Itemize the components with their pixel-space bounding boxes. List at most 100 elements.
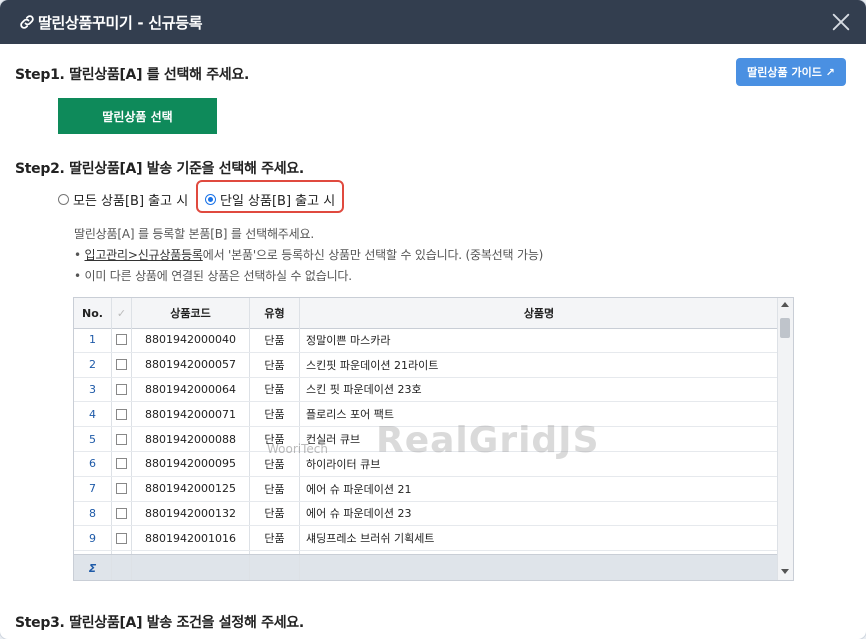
footer-cell [300, 555, 779, 580]
row-no: 6 [74, 451, 112, 476]
row-code: 8801942000071 [132, 402, 250, 427]
row-checkbox[interactable] [112, 328, 132, 352]
row-no: 9 [74, 526, 112, 551]
table-row[interactable]: 2 8801942000057 단품 스킨핏 파운데이션 21라이트 [74, 352, 779, 378]
grid-scrollbar[interactable] [777, 298, 793, 580]
checkbox[interactable] [116, 532, 127, 544]
instructions: 딸린상품[A] 를 등록할 본품[B] 를 선택해주세요. • 입고관리>신규상… [74, 224, 543, 287]
grid-header: No. ✓ 상품코드 유형 상품명 [74, 298, 779, 329]
row-checkbox[interactable] [112, 476, 132, 501]
product-grid: No. ✓ 상품코드 유형 상품명 1 8801942000040 단품 정말이쁜 마… [73, 297, 794, 581]
checkbox[interactable] [116, 334, 127, 346]
checkbox[interactable] [116, 383, 127, 395]
row-checkbox[interactable] [112, 377, 132, 402]
row-name: 스킨핏 파운데이션 21라이트 [300, 352, 779, 377]
row-type: 단품 [250, 328, 300, 352]
row-no: 1 [74, 328, 112, 352]
radio-single-label: 단일 상품[B] 출고 시 [220, 194, 336, 209]
grid-footer: Σ [74, 554, 779, 580]
row-code: 8801942000095 [132, 451, 250, 476]
row-code: 8801942000088 [132, 427, 250, 451]
footer-cell [250, 555, 300, 580]
scroll-up-icon[interactable] [781, 302, 789, 307]
scroll-down-icon[interactable] [781, 569, 789, 574]
dialog-window: 딸린상품꾸미기 - 신규등록 Step1. 딸린상품[A] 를 선택해 주세요.… [0, 0, 866, 639]
footer-sum-symbol: Σ [74, 555, 112, 580]
row-type: 단품 [250, 526, 300, 551]
row-code: 8801942000125 [132, 476, 250, 501]
header-check[interactable]: ✓ [112, 298, 132, 328]
header-code[interactable]: 상품코드 [132, 298, 250, 328]
table-row[interactable]: 1 8801942000040 단품 정말이쁜 마스카라 [74, 328, 779, 353]
radio-all-products[interactable]: 모든 상품[B] 출고 시 [58, 190, 188, 209]
table-row[interactable]: 7 8801942000125 단품 에어 슈 파운데이션 21 [74, 476, 779, 502]
title-bar: 딸린상품꾸미기 - 신규등록 [0, 0, 866, 44]
step1-label: Step1. 딸린상품[A] 를 선택해 주세요. [15, 67, 249, 83]
row-type: 단품 [250, 451, 300, 476]
row-no: 8 [74, 501, 112, 526]
row-no: 7 [74, 476, 112, 501]
window-title: 딸린상품꾸미기 - 신규등록 [38, 14, 203, 32]
row-code: 8801942000132 [132, 501, 250, 526]
row-code: 8801942000064 [132, 377, 250, 402]
row-name: 섀딩프레소 브러쉬 기획세트 [300, 526, 779, 551]
guide-button[interactable]: 딸린상품 가이드 ↗ [736, 58, 846, 86]
row-type: 단품 [250, 476, 300, 501]
row-type: 단품 [250, 501, 300, 526]
header-no[interactable]: No. [74, 298, 112, 328]
row-code: 8801942000057 [132, 352, 250, 377]
row-no: 2 [74, 352, 112, 377]
step3-label: Step3. 딸린상품[A] 발송 조건을 설정해 주세요. [15, 615, 304, 631]
table-row[interactable]: 6 8801942000095 단품 하이라이터 큐브 [74, 451, 779, 477]
row-name: 스킨 핏 파운데이션 23호 [300, 377, 779, 402]
header-name[interactable]: 상품명 [300, 298, 779, 328]
radio-all-circle[interactable] [58, 194, 69, 205]
row-code: 8801942001016 [132, 526, 250, 551]
table-row[interactable]: 9 8801942001016 단품 섀딩프레소 브러쉬 기획세트 [74, 526, 779, 552]
checkbox[interactable] [116, 408, 127, 420]
row-code: 8801942000040 [132, 328, 250, 352]
row-name: 하이라이터 큐브 [300, 451, 779, 476]
note-3: • 이미 다른 상품에 연결된 상품은 선택하실 수 없습니다. [74, 269, 352, 283]
link-icon [20, 15, 34, 29]
checkbox[interactable] [116, 359, 127, 371]
note-1: 딸린상품[A] 를 등록할 본품[B] 를 선택해주세요. [74, 227, 314, 241]
radio-all-label: 모든 상품[B] 출고 시 [73, 194, 189, 209]
checkbox[interactable] [116, 458, 127, 470]
step2-label: Step2. 딸린상품[A] 발송 기준을 선택해 주세요. [15, 161, 304, 177]
row-checkbox[interactable] [112, 451, 132, 476]
checkbox[interactable] [116, 433, 127, 445]
row-type: 단품 [250, 377, 300, 402]
row-no: 4 [74, 402, 112, 427]
radio-single-product[interactable]: 단일 상품[B] 출고 시 [205, 190, 335, 209]
checkbox[interactable] [116, 507, 127, 519]
row-name: 플로리스 포어 팩트 [300, 402, 779, 427]
table-row[interactable]: 5 8801942000088 단품 컨실러 큐브 [74, 427, 779, 452]
grid-body: 1 8801942000040 단품 정말이쁜 마스카라 2 8801942000057 단… [74, 328, 779, 554]
table-row[interactable]: 8 8801942000132 단품 에어 슈 파운데이션 23 [74, 501, 779, 527]
row-type: 단품 [250, 427, 300, 451]
row-checkbox[interactable] [112, 352, 132, 377]
row-no: 3 [74, 377, 112, 402]
row-no: 5 [74, 427, 112, 451]
row-checkbox[interactable] [112, 427, 132, 451]
row-checkbox[interactable] [112, 526, 132, 551]
checkbox[interactable] [116, 483, 127, 495]
row-type: 단품 [250, 352, 300, 377]
scroll-thumb[interactable] [780, 318, 790, 338]
table-row[interactable]: 3 8801942000064 단품 스킨 핏 파운데이션 23호 [74, 377, 779, 403]
close-icon[interactable] [830, 11, 852, 33]
radio-single-circle[interactable] [205, 194, 216, 205]
row-checkbox[interactable] [112, 402, 132, 427]
footer-cell [112, 555, 132, 580]
row-name: 컨실러 큐브 [300, 427, 779, 451]
product-register-link[interactable]: 입고관리>신규상품등록 [85, 248, 203, 262]
row-name: 에어 슈 파운데이션 21 [300, 476, 779, 501]
select-attached-product-button[interactable]: 딸린상품 선택 [58, 98, 217, 134]
row-checkbox[interactable] [112, 501, 132, 526]
row-name: 에어 슈 파운데이션 23 [300, 501, 779, 526]
header-type[interactable]: 유형 [250, 298, 300, 328]
table-row[interactable]: 4 8801942000071 단품 플로리스 포어 팩트 [74, 402, 779, 428]
footer-cell [132, 555, 250, 580]
note-2: • 입고관리>신규상품등록에서 '본품'으로 등록하신 상품만 선택할 수 있습… [74, 248, 544, 262]
